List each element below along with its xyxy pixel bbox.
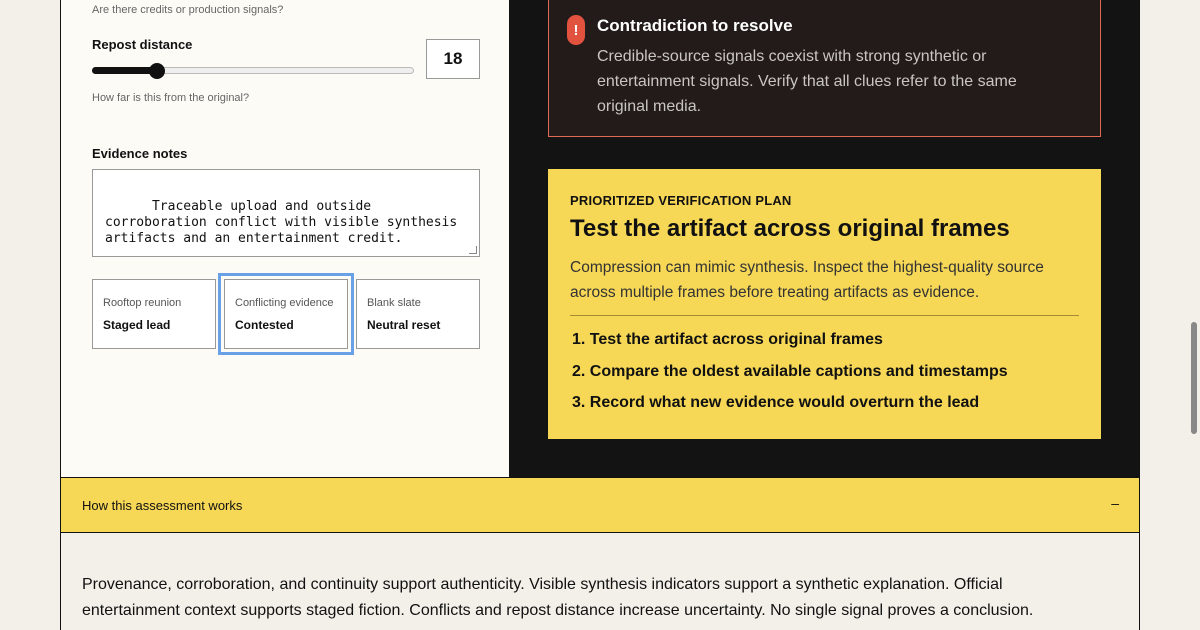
collapse-icon[interactable]: – [1111,495,1119,511]
credits-hint: Are there credits or production signals? [92,4,284,16]
alert-title: Contradiction to resolve [597,16,793,35]
plan-title: Test the artifact across original frames [570,215,1010,242]
evidence-notes-textarea[interactable]: Traceable upload and outside corroborati… [92,169,480,257]
slider-thumb[interactable] [149,63,165,79]
preset-kicker: Conflicting evidence [235,297,334,309]
resize-handle-icon[interactable] [469,246,477,254]
repost-distance-input[interactable]: 18 [426,39,480,79]
preset-value: Neutral reset [367,318,441,332]
preset-value: Staged lead [103,318,171,332]
plan-steps: 1. Test the artifact across original fra… [572,331,1008,426]
preset-value: Contested [235,318,294,332]
accordion-title: How this assessment works [82,498,243,513]
plan-body: Compression can mimic synthesis. Inspect… [570,259,1044,301]
preset-rooftop-reunion[interactable]: Rooftop reunion Staged lead [92,279,216,349]
repost-distance-label: Repost distance [92,37,193,52]
divider [570,315,1079,316]
plan-step: 1. Test the artifact across original fra… [572,331,883,348]
scrollbar-thumb[interactable] [1191,322,1197,434]
repost-distance-slider[interactable] [92,62,414,80]
assessment-panel: ! Contradiction to resolve Credible-sour… [509,0,1140,478]
alert-body: Credible-source signals coexist with str… [597,48,1017,115]
verification-plan-card: PRIORITIZED VERIFICATION PLAN Test the a… [548,169,1101,439]
plan-step: 2. Compare the oldest available captions… [572,362,1008,380]
accordion-text: Provenance, corroboration, and continuit… [82,576,1034,619]
exclamation-icon: ! [567,15,585,45]
page: Are there credits or production signals?… [0,0,1200,630]
evidence-notes-text: Traceable upload and outside corroborati… [105,199,466,246]
evidence-notes-label: Evidence notes [92,146,188,161]
contradiction-alert: ! Contradiction to resolve Credible-sour… [548,0,1101,137]
preset-blank-slate[interactable]: Blank slate Neutral reset [356,279,480,349]
plan-step: 3. Record what new evidence would overtu… [572,394,980,411]
assessment-accordion-body: Provenance, corroboration, and continuit… [60,533,1140,630]
evidence-form-panel: Are there credits or production signals?… [60,0,510,478]
preset-kicker: Rooftop reunion [103,297,182,309]
assessment-accordion-header[interactable]: How this assessment works – [60,477,1140,533]
preset-conflicting-evidence[interactable]: Conflicting evidence Contested [218,273,354,355]
preset-kicker: Blank slate [367,297,421,309]
plan-eyebrow: PRIORITIZED VERIFICATION PLAN [570,193,792,208]
repost-distance-hint: How far is this from the original? [92,92,250,104]
